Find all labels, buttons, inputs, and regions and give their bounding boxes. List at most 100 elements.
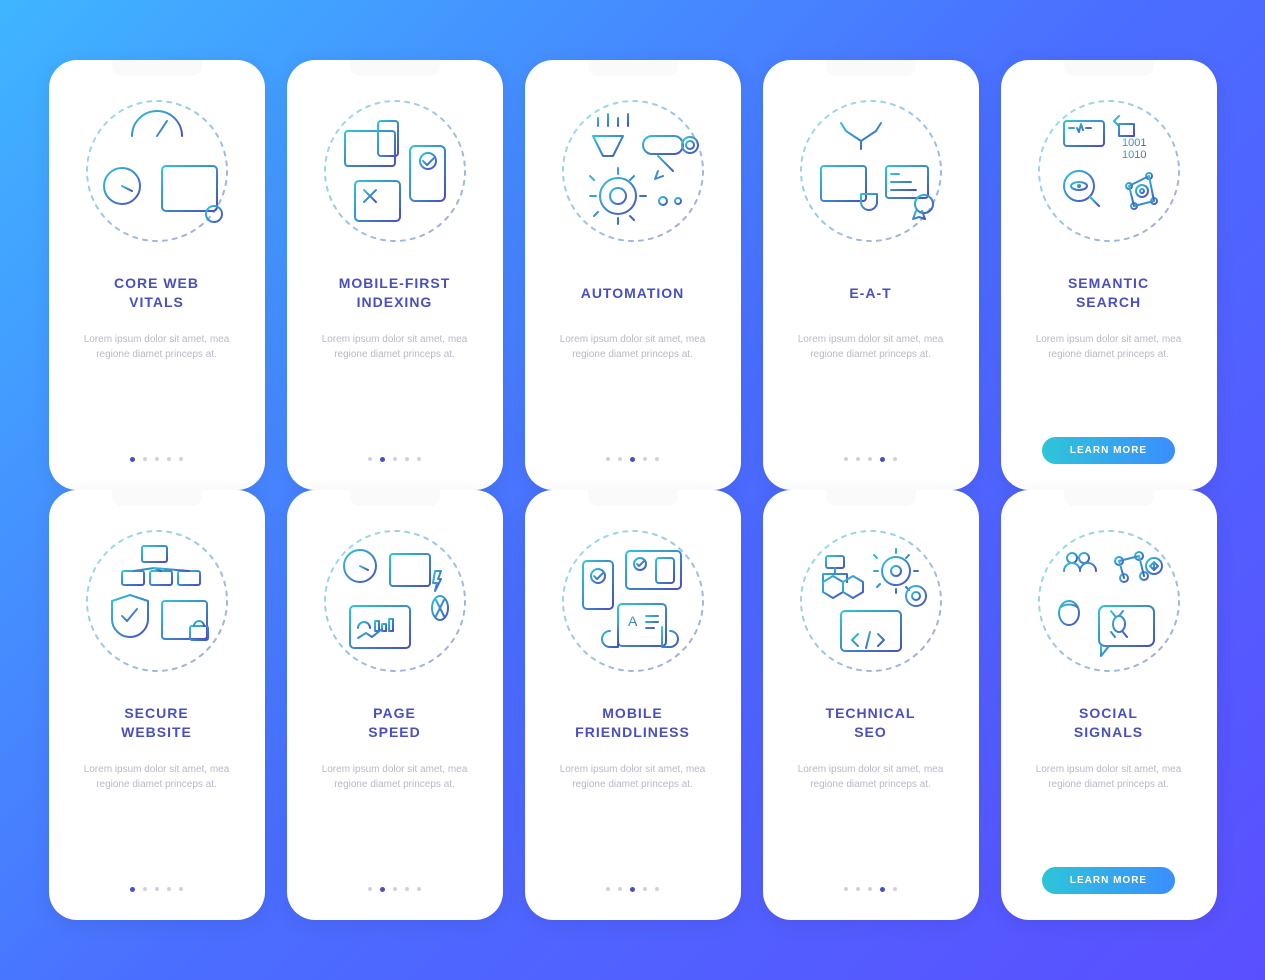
phone-notch — [1064, 490, 1154, 506]
pagination-dot[interactable] — [606, 457, 610, 461]
pagination-dot[interactable] — [868, 457, 872, 461]
pagination-dot[interactable] — [606, 887, 610, 891]
learn-more-button[interactable]: LEARN MORE — [1042, 437, 1175, 464]
pagination-dot[interactable] — [380, 887, 385, 892]
social-signals-icon — [1024, 516, 1194, 686]
card-title: SECURE WEBSITE — [121, 704, 192, 742]
pagination-dot[interactable] — [844, 457, 848, 461]
pagination-dot[interactable] — [368, 457, 372, 461]
phone-card: SECURE WEBSITE Lorem ipsum dolor sit amet… — [49, 490, 265, 920]
pagination-dot[interactable] — [868, 887, 872, 891]
pagination-dot[interactable] — [405, 887, 409, 891]
pagination-dot[interactable] — [417, 457, 421, 461]
card-description: Lorem ipsum dolor sit amet, mea regione … — [779, 762, 963, 792]
phone-notch — [112, 60, 202, 76]
pagination-dot[interactable] — [630, 887, 635, 892]
pagination-dot[interactable] — [368, 887, 372, 891]
pagination-dot[interactable] — [880, 457, 885, 462]
card-title: AUTOMATION — [581, 274, 685, 312]
pagination-dot[interactable] — [618, 887, 622, 891]
page-speed-icon — [310, 516, 480, 686]
svg-text:A: A — [628, 613, 638, 629]
phone-notch — [826, 490, 916, 506]
phone-card: E-A-T Lorem ipsum dolor sit amet, mea reg… — [763, 60, 979, 490]
phone-notch — [588, 490, 678, 506]
card-title: SOCIAL SIGNALS — [1074, 704, 1143, 742]
pagination-dot[interactable] — [143, 887, 147, 891]
phone-card: A MOBILE FRIENDLINESS Lorem ipsum dolor s… — [525, 490, 741, 920]
pagination-dots — [606, 887, 659, 892]
pagination-dot[interactable] — [380, 457, 385, 462]
pagination-dot[interactable] — [167, 457, 171, 461]
card-title: SEMANTIC SEARCH — [1068, 274, 1149, 312]
card-description: Lorem ipsum dolor sit amet, mea regione … — [65, 332, 249, 362]
pagination-dot[interactable] — [630, 457, 635, 462]
pagination-dot[interactable] — [393, 887, 397, 891]
pagination-dot[interactable] — [618, 457, 622, 461]
pagination-dot[interactable] — [130, 457, 135, 462]
pagination-dots — [844, 457, 897, 462]
semantic-search-icon: 1001 1010 — [1024, 86, 1194, 256]
pagination-dot[interactable] — [179, 457, 183, 461]
phone-notch — [350, 60, 440, 76]
pagination-dot[interactable] — [155, 887, 159, 891]
pagination-dots — [130, 457, 183, 462]
card-description: Lorem ipsum dolor sit amet, mea regione … — [65, 762, 249, 792]
pagination-dot[interactable] — [417, 887, 421, 891]
pagination-dot[interactable] — [880, 887, 885, 892]
card-description: Lorem ipsum dolor sit amet, mea regione … — [1017, 332, 1201, 362]
pagination-dot[interactable] — [155, 457, 159, 461]
phone-notch — [112, 490, 202, 506]
card-description: Lorem ipsum dolor sit amet, mea regione … — [1017, 762, 1201, 792]
mobile-friendly-icon: A — [548, 516, 718, 686]
pagination-dot[interactable] — [893, 887, 897, 891]
pagination-dot[interactable] — [893, 457, 897, 461]
pagination-dot[interactable] — [643, 887, 647, 891]
card-title: E-A-T — [849, 274, 891, 312]
card-title: TECHNICAL SEO — [826, 704, 916, 742]
pagination-dot[interactable] — [167, 887, 171, 891]
card-title: PAGE SPEED — [368, 704, 420, 742]
pagination-dot[interactable] — [844, 887, 848, 891]
pagination-dot[interactable] — [856, 887, 860, 891]
card-title: MOBILE-FIRST INDEXING — [339, 274, 451, 312]
secure-website-icon — [72, 516, 242, 686]
card-description: Lorem ipsum dolor sit amet, mea regione … — [303, 762, 487, 792]
phone-card: CORE WEB VITALS Lorem ipsum dolor sit ame… — [49, 60, 265, 490]
phone-notch — [350, 490, 440, 506]
phone-notch — [826, 60, 916, 76]
pagination-dots — [844, 887, 897, 892]
pagination-dot[interactable] — [179, 887, 183, 891]
row-1: SECURE WEBSITE Lorem ipsum dolor sit amet… — [49, 490, 1217, 920]
phone-card: SOCIAL SIGNALS Lorem ipsum dolor sit amet… — [1001, 490, 1217, 920]
pagination-dot[interactable] — [856, 457, 860, 461]
svg-text:1010: 1010 — [1122, 149, 1146, 161]
pagination-dot[interactable] — [393, 457, 397, 461]
card-description: Lorem ipsum dolor sit amet, mea regione … — [541, 762, 725, 792]
learn-more-button[interactable]: LEARN MORE — [1042, 867, 1175, 894]
pagination-dot[interactable] — [643, 457, 647, 461]
core-web-vitals-icon — [72, 86, 242, 256]
eat-icon — [786, 86, 956, 256]
phone-card: 1001 1010 SEMANTIC SEARCH Lorem ipsum dol… — [1001, 60, 1217, 490]
automation-icon — [548, 86, 718, 256]
row-0: CORE WEB VITALS Lorem ipsum dolor sit ame… — [49, 60, 1217, 490]
card-description: Lorem ipsum dolor sit amet, mea regione … — [303, 332, 487, 362]
card-title: MOBILE FRIENDLINESS — [575, 704, 690, 742]
pagination-dot[interactable] — [655, 457, 659, 461]
pagination-dots — [368, 887, 421, 892]
technical-seo-icon — [786, 516, 956, 686]
pagination-dot[interactable] — [655, 887, 659, 891]
card-description: Lorem ipsum dolor sit amet, mea regione … — [541, 332, 725, 362]
pagination-dots — [368, 457, 421, 462]
phone-card: PAGE SPEED Lorem ipsum dolor sit amet, me… — [287, 490, 503, 920]
card-title: CORE WEB VITALS — [114, 274, 199, 312]
pagination-dots — [130, 887, 183, 892]
pagination-dot[interactable] — [405, 457, 409, 461]
card-description: Lorem ipsum dolor sit amet, mea regione … — [779, 332, 963, 362]
phone-notch — [1064, 60, 1154, 76]
pagination-dot[interactable] — [130, 887, 135, 892]
phone-card: TECHNICAL SEO Lorem ipsum dolor sit amet,… — [763, 490, 979, 920]
phone-card: AUTOMATION Lorem ipsum dolor sit amet, me… — [525, 60, 741, 490]
pagination-dot[interactable] — [143, 457, 147, 461]
